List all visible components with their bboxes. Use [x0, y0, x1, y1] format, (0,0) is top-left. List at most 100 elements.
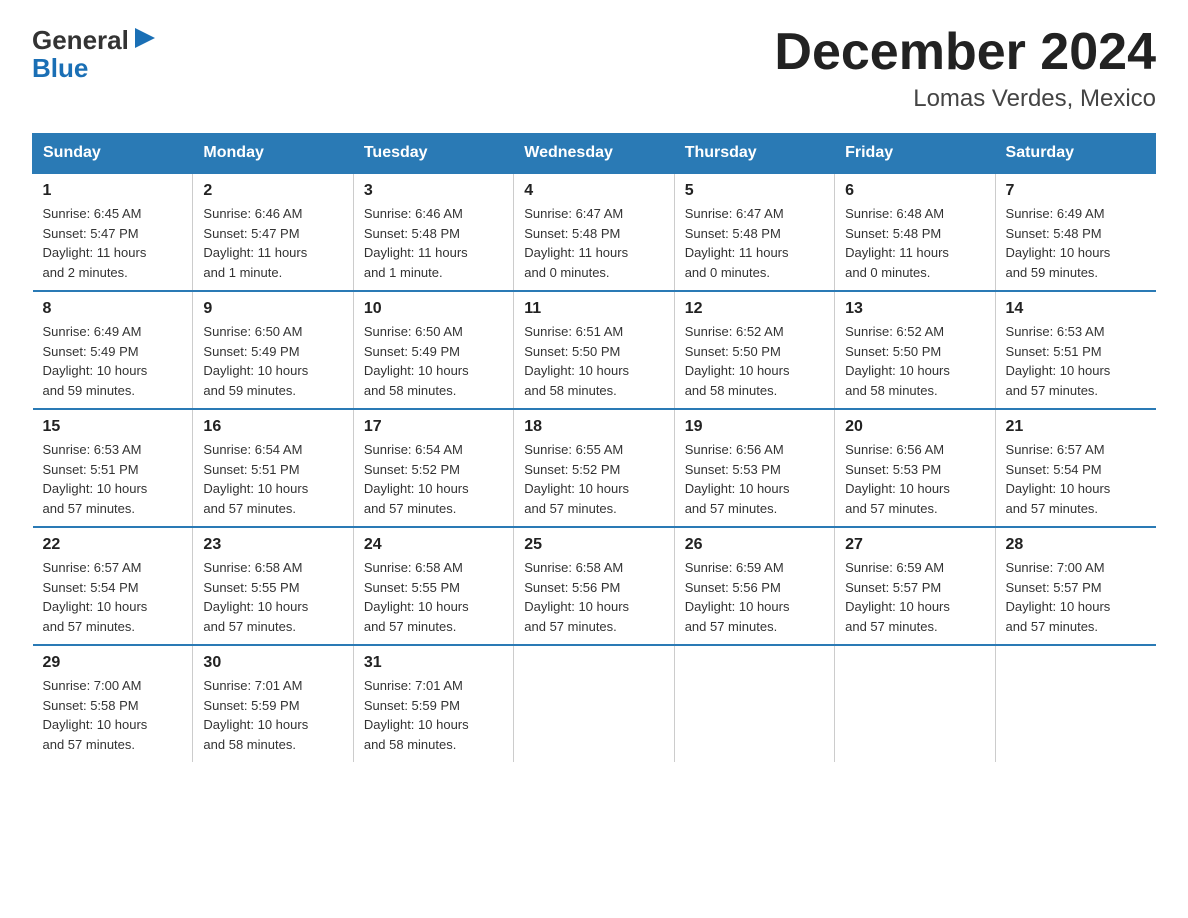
weekday-header-row: Sunday Monday Tuesday Wednesday Thursday… [33, 134, 1156, 174]
table-row: 20 Sunrise: 6:56 AMSunset: 5:53 PMDayligh… [835, 409, 995, 527]
calendar-title: December 2024 [774, 24, 1156, 81]
day-number: 23 [203, 536, 342, 554]
table-row: 28Sunrise: 7:00 AMSunset: 5:57 PMDayligh… [995, 527, 1155, 645]
day-info: Sunrise: 6:53 AMSunset: 5:51 PMDaylight:… [43, 440, 183, 518]
day-number: 30 [203, 654, 342, 672]
day-info: Sunrise: 6:59 AMSunset: 5:56 PMDaylight:… [685, 558, 824, 636]
day-number: 6 [845, 182, 984, 200]
table-row: 13 Sunrise: 6:52 AMSunset: 5:50 PMDayligh… [835, 291, 995, 409]
day-number: 1 [43, 182, 183, 200]
table-row: 7Sunrise: 6:49 AMSunset: 5:48 PMDaylight… [995, 173, 1155, 291]
table-row: 9Sunrise: 6:50 AMSunset: 5:49 PMDaylight… [193, 291, 353, 409]
table-row: 30Sunrise: 7:01 AMSunset: 5:59 PMDayligh… [193, 645, 353, 762]
day-info: Sunrise: 6:57 AMSunset: 5:54 PMDaylight:… [43, 558, 183, 636]
day-info: Sunrise: 6:49 AMSunset: 5:48 PMDaylight:… [1006, 204, 1146, 282]
day-info: Sunrise: 6:46 AMSunset: 5:47 PMDaylight:… [203, 204, 342, 282]
table-row: 19 Sunrise: 6:56 AMSunset: 5:53 PMDayligh… [674, 409, 834, 527]
day-info: Sunrise: 6:55 AMSunset: 5:52 PMDaylight:… [524, 440, 663, 518]
day-number: 27 [845, 536, 984, 554]
table-row: 4 Sunrise: 6:47 AMSunset: 5:48 PMDaylight… [514, 173, 674, 291]
table-row: 17 Sunrise: 6:54 AMSunset: 5:52 PMDayligh… [353, 409, 513, 527]
table-row [835, 645, 995, 762]
header-wednesday: Wednesday [514, 134, 674, 174]
table-row [674, 645, 834, 762]
day-info: Sunrise: 6:56 AMSunset: 5:53 PMDaylight:… [845, 440, 984, 518]
day-info: Sunrise: 6:49 AMSunset: 5:49 PMDaylight:… [43, 322, 183, 400]
day-info: Sunrise: 7:00 AMSunset: 5:58 PMDaylight:… [43, 676, 183, 754]
day-number: 4 [524, 182, 663, 200]
day-number: 31 [364, 654, 503, 672]
day-number: 19 [685, 418, 824, 436]
day-number: 8 [43, 300, 183, 318]
logo-text-general: General [32, 25, 129, 56]
header-sunday: Sunday [33, 134, 193, 174]
header-monday: Monday [193, 134, 353, 174]
calendar-week-row: 8 Sunrise: 6:49 AMSunset: 5:49 PMDaylight… [33, 291, 1156, 409]
day-number: 25 [524, 536, 663, 554]
day-info: Sunrise: 6:58 AMSunset: 5:56 PMDaylight:… [524, 558, 663, 636]
table-row: 31 Sunrise: 7:01 AMSunset: 5:59 PMDayligh… [353, 645, 513, 762]
day-number: 14 [1006, 300, 1146, 318]
day-number: 18 [524, 418, 663, 436]
table-row: 12 Sunrise: 6:52 AMSunset: 5:50 PMDayligh… [674, 291, 834, 409]
day-number: 24 [364, 536, 503, 554]
day-info: Sunrise: 6:52 AMSunset: 5:50 PMDaylight:… [685, 322, 824, 400]
table-row: 10 Sunrise: 6:50 AMSunset: 5:49 PMDayligh… [353, 291, 513, 409]
day-info: Sunrise: 6:46 AMSunset: 5:48 PMDaylight:… [364, 204, 503, 282]
day-info: Sunrise: 6:58 AMSunset: 5:55 PMDaylight:… [203, 558, 342, 636]
day-number: 22 [43, 536, 183, 554]
table-row: 25 Sunrise: 6:58 AMSunset: 5:56 PMDayligh… [514, 527, 674, 645]
day-number: 26 [685, 536, 824, 554]
day-info: Sunrise: 6:56 AMSunset: 5:53 PMDaylight:… [685, 440, 824, 518]
day-number: 17 [364, 418, 503, 436]
day-number: 16 [203, 418, 342, 436]
day-info: Sunrise: 6:52 AMSunset: 5:50 PMDaylight:… [845, 322, 984, 400]
day-info: Sunrise: 6:58 AMSunset: 5:55 PMDaylight:… [364, 558, 503, 636]
day-number: 3 [364, 182, 503, 200]
calendar-table: Sunday Monday Tuesday Wednesday Thursday… [32, 133, 1156, 762]
table-row: 22 Sunrise: 6:57 AMSunset: 5:54 PMDayligh… [33, 527, 193, 645]
day-info: Sunrise: 6:51 AMSunset: 5:50 PMDaylight:… [524, 322, 663, 400]
day-info: Sunrise: 6:57 AMSunset: 5:54 PMDaylight:… [1006, 440, 1146, 518]
table-row: 1 Sunrise: 6:45 AMSunset: 5:47 PMDaylight… [33, 173, 193, 291]
day-info: Sunrise: 6:54 AMSunset: 5:51 PMDaylight:… [203, 440, 342, 518]
day-number: 13 [845, 300, 984, 318]
table-row: 26 Sunrise: 6:59 AMSunset: 5:56 PMDayligh… [674, 527, 834, 645]
table-row: 21 Sunrise: 6:57 AMSunset: 5:54 PMDayligh… [995, 409, 1155, 527]
table-row: 6 Sunrise: 6:48 AMSunset: 5:48 PMDaylight… [835, 173, 995, 291]
day-number: 2 [203, 182, 342, 200]
table-row: 8 Sunrise: 6:49 AMSunset: 5:49 PMDaylight… [33, 291, 193, 409]
day-info: Sunrise: 6:53 AMSunset: 5:51 PMDaylight:… [1006, 322, 1146, 400]
day-info: Sunrise: 6:47 AMSunset: 5:48 PMDaylight:… [524, 204, 663, 282]
day-number: 28 [1006, 536, 1146, 554]
day-number: 12 [685, 300, 824, 318]
logo: General Blue [32, 24, 159, 84]
day-number: 5 [685, 182, 824, 200]
day-info: Sunrise: 6:50 AMSunset: 5:49 PMDaylight:… [364, 322, 503, 400]
page-header: General Blue December 2024 Lomas Verdes,… [32, 24, 1156, 113]
calendar-week-row: 1 Sunrise: 6:45 AMSunset: 5:47 PMDaylight… [33, 173, 1156, 291]
day-info: Sunrise: 6:48 AMSunset: 5:48 PMDaylight:… [845, 204, 984, 282]
header-tuesday: Tuesday [353, 134, 513, 174]
table-row [995, 645, 1155, 762]
calendar-week-row: 22 Sunrise: 6:57 AMSunset: 5:54 PMDayligh… [33, 527, 1156, 645]
table-row: 14 Sunrise: 6:53 AMSunset: 5:51 PMDayligh… [995, 291, 1155, 409]
day-info: Sunrise: 7:01 AMSunset: 5:59 PMDaylight:… [364, 676, 503, 754]
calendar-title-area: December 2024 Lomas Verdes, Mexico [774, 24, 1156, 113]
table-row: 3 Sunrise: 6:46 AMSunset: 5:48 PMDaylight… [353, 173, 513, 291]
day-info: Sunrise: 6:50 AMSunset: 5:49 PMDaylight:… [203, 322, 342, 400]
day-number: 10 [364, 300, 503, 318]
table-row: 27 Sunrise: 6:59 AMSunset: 5:57 PMDayligh… [835, 527, 995, 645]
table-row: 15Sunrise: 6:53 AMSunset: 5:51 PMDayligh… [33, 409, 193, 527]
table-row: 16 Sunrise: 6:54 AMSunset: 5:51 PMDayligh… [193, 409, 353, 527]
day-number: 20 [845, 418, 984, 436]
table-row: 11Sunrise: 6:51 AMSunset: 5:50 PMDayligh… [514, 291, 674, 409]
day-info: Sunrise: 6:45 AMSunset: 5:47 PMDaylight:… [43, 204, 183, 282]
logo-flag-icon [131, 24, 159, 57]
header-friday: Friday [835, 134, 995, 174]
day-info: Sunrise: 6:54 AMSunset: 5:52 PMDaylight:… [364, 440, 503, 518]
day-number: 21 [1006, 418, 1146, 436]
calendar-week-row: 15Sunrise: 6:53 AMSunset: 5:51 PMDayligh… [33, 409, 1156, 527]
table-row: 5Sunrise: 6:47 AMSunset: 5:48 PMDaylight… [674, 173, 834, 291]
day-info: Sunrise: 6:59 AMSunset: 5:57 PMDaylight:… [845, 558, 984, 636]
